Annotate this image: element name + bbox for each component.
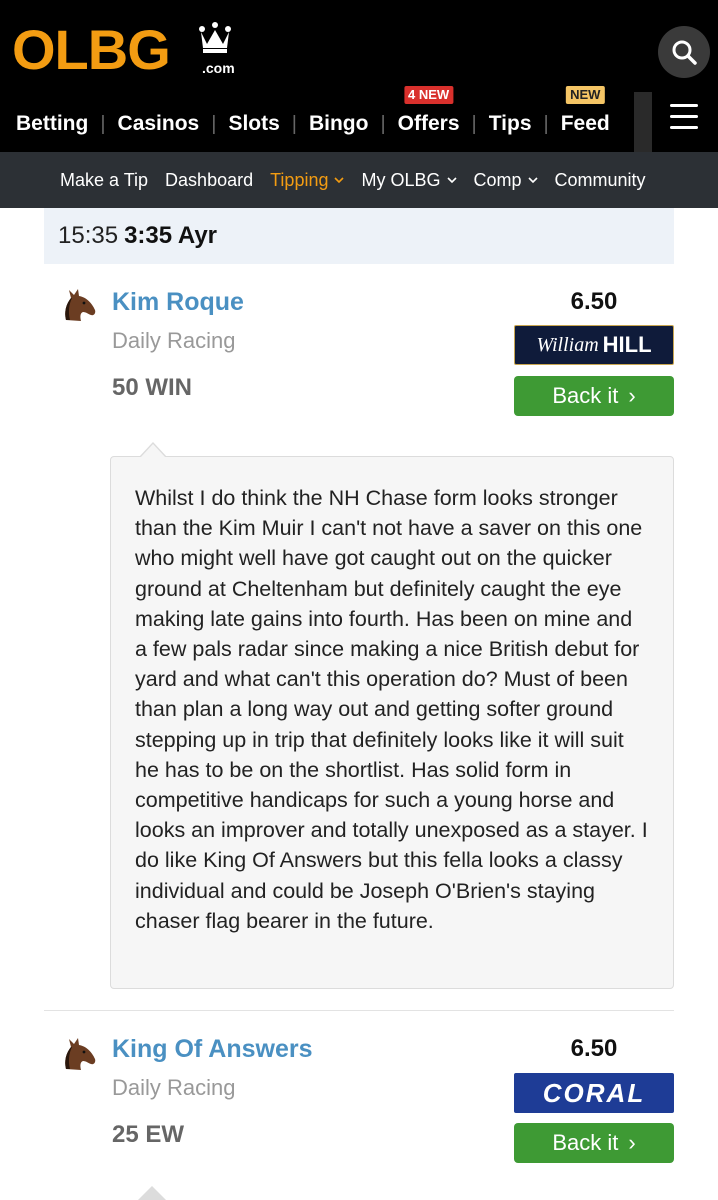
olbg-logo[interactable]: OLBG .com: [12, 18, 235, 81]
stake-label: 25 EW: [112, 1121, 185, 1148]
bookmaker-script: William: [536, 333, 599, 356]
nav-betting[interactable]: Betting: [16, 104, 88, 144]
nav-label: Bingo: [308, 112, 369, 135]
subnav-label: My OLBG: [361, 169, 441, 190]
horse-name-link[interactable]: Kim Roque: [112, 288, 244, 317]
nav-slots[interactable]: Slots: [228, 104, 279, 144]
chevron-right-icon: ›: [628, 1130, 636, 1155]
comment-pointer: [138, 1186, 166, 1200]
nav-label: Offers: [397, 112, 460, 135]
nav-separator: |: [380, 113, 386, 135]
competition-name: Daily Racing: [112, 328, 236, 353]
subnav-label: Comp: [473, 169, 522, 190]
horse-head-icon: [65, 289, 96, 321]
race-time: 15:35: [58, 222, 119, 249]
hamburger-menu-icon[interactable]: [670, 104, 698, 130]
subnav-label: Community: [554, 169, 646, 190]
nav-label: Feed: [560, 112, 610, 135]
nav-label: Betting: [16, 112, 89, 135]
odds-value: 6.50: [570, 1035, 618, 1062]
chevron-down-icon: [527, 177, 538, 184]
tip-card: King Of Answers Daily Racing 25 EW 6.50 …: [44, 1011, 674, 1200]
site-header: OLBG .com Betting | Casinos | Slots | Bi…: [0, 0, 718, 152]
nav-label: Slots: [228, 112, 280, 135]
menu-divider: [634, 92, 652, 152]
nav-tips[interactable]: Tips: [489, 104, 532, 144]
nav-offers[interactable]: 4 NEW Offers: [397, 86, 460, 144]
nav-separator: |: [543, 113, 549, 135]
back-it-label: Back it: [552, 1130, 619, 1155]
back-it-button[interactable]: Back it ›: [514, 376, 674, 416]
nav-separator: |: [211, 113, 217, 135]
subnav-my-olbg[interactable]: My OLBG: [361, 169, 457, 191]
stake-label: 50 WIN: [112, 374, 193, 401]
nav-label: Tips: [488, 112, 532, 135]
back-it-button[interactable]: Back it ›: [514, 1123, 674, 1163]
main-nav: Betting | Casinos | Slots | Bingo | 4 NE…: [16, 86, 610, 144]
subnav-make-a-tip[interactable]: Make a Tip: [60, 170, 148, 191]
nav-casinos[interactable]: Casinos: [118, 104, 200, 144]
bookmaker-bold: HILL: [602, 332, 652, 357]
coral-logo[interactable]: CORAL: [514, 1073, 674, 1113]
comment-text: Whilst I do think the NH Chase form look…: [135, 486, 648, 933]
tip-comment: Whilst I do think the NH Chase form look…: [110, 442, 674, 989]
subnav-label: Make a Tip: [60, 169, 149, 190]
crown-icon: [199, 22, 231, 53]
bookmaker-name: CORAL: [542, 1077, 646, 1108]
logo-suffix: .com: [202, 60, 235, 76]
odds-value: 6.50: [570, 288, 618, 315]
search-button[interactable]: [658, 26, 710, 78]
subnav-community[interactable]: Community: [555, 170, 646, 191]
horse-name-link[interactable]: King Of Answers: [112, 1035, 313, 1064]
nav-label: Casinos: [117, 112, 200, 135]
subnav-dashboard[interactable]: Dashboard: [165, 170, 253, 191]
subnav-tipping[interactable]: Tipping: [270, 169, 345, 191]
subnav-label: Dashboard: [165, 169, 254, 190]
race-course: 3:35 Ayr: [124, 222, 218, 249]
new-badge: NEW: [566, 86, 605, 104]
competition-name: Daily Racing: [112, 1075, 236, 1100]
subnav-label: Tipping: [270, 169, 329, 190]
new-badge: 4 NEW: [404, 86, 454, 104]
nav-separator: |: [100, 113, 106, 135]
chevron-right-icon: ›: [628, 383, 636, 408]
william-hill-logo[interactable]: William HILL: [514, 325, 674, 365]
subnav-comp[interactable]: Comp: [474, 170, 538, 191]
horse-head-icon: [65, 1038, 96, 1070]
nav-separator: |: [291, 113, 297, 135]
chevron-down-icon: [334, 177, 345, 184]
tipping-subnav: Make a Tip Dashboard Tipping My OLBG Com…: [0, 152, 718, 208]
nav-feed[interactable]: NEW Feed: [560, 86, 610, 144]
nav-separator: |: [471, 113, 477, 135]
chevron-down-icon: [446, 177, 457, 184]
race-header: 15:35 3:35 Ayr: [44, 208, 674, 264]
logo-text: OLBG: [12, 18, 171, 81]
search-icon: [672, 40, 697, 65]
back-it-label: Back it: [552, 383, 619, 408]
nav-bingo[interactable]: Bingo: [309, 104, 368, 144]
